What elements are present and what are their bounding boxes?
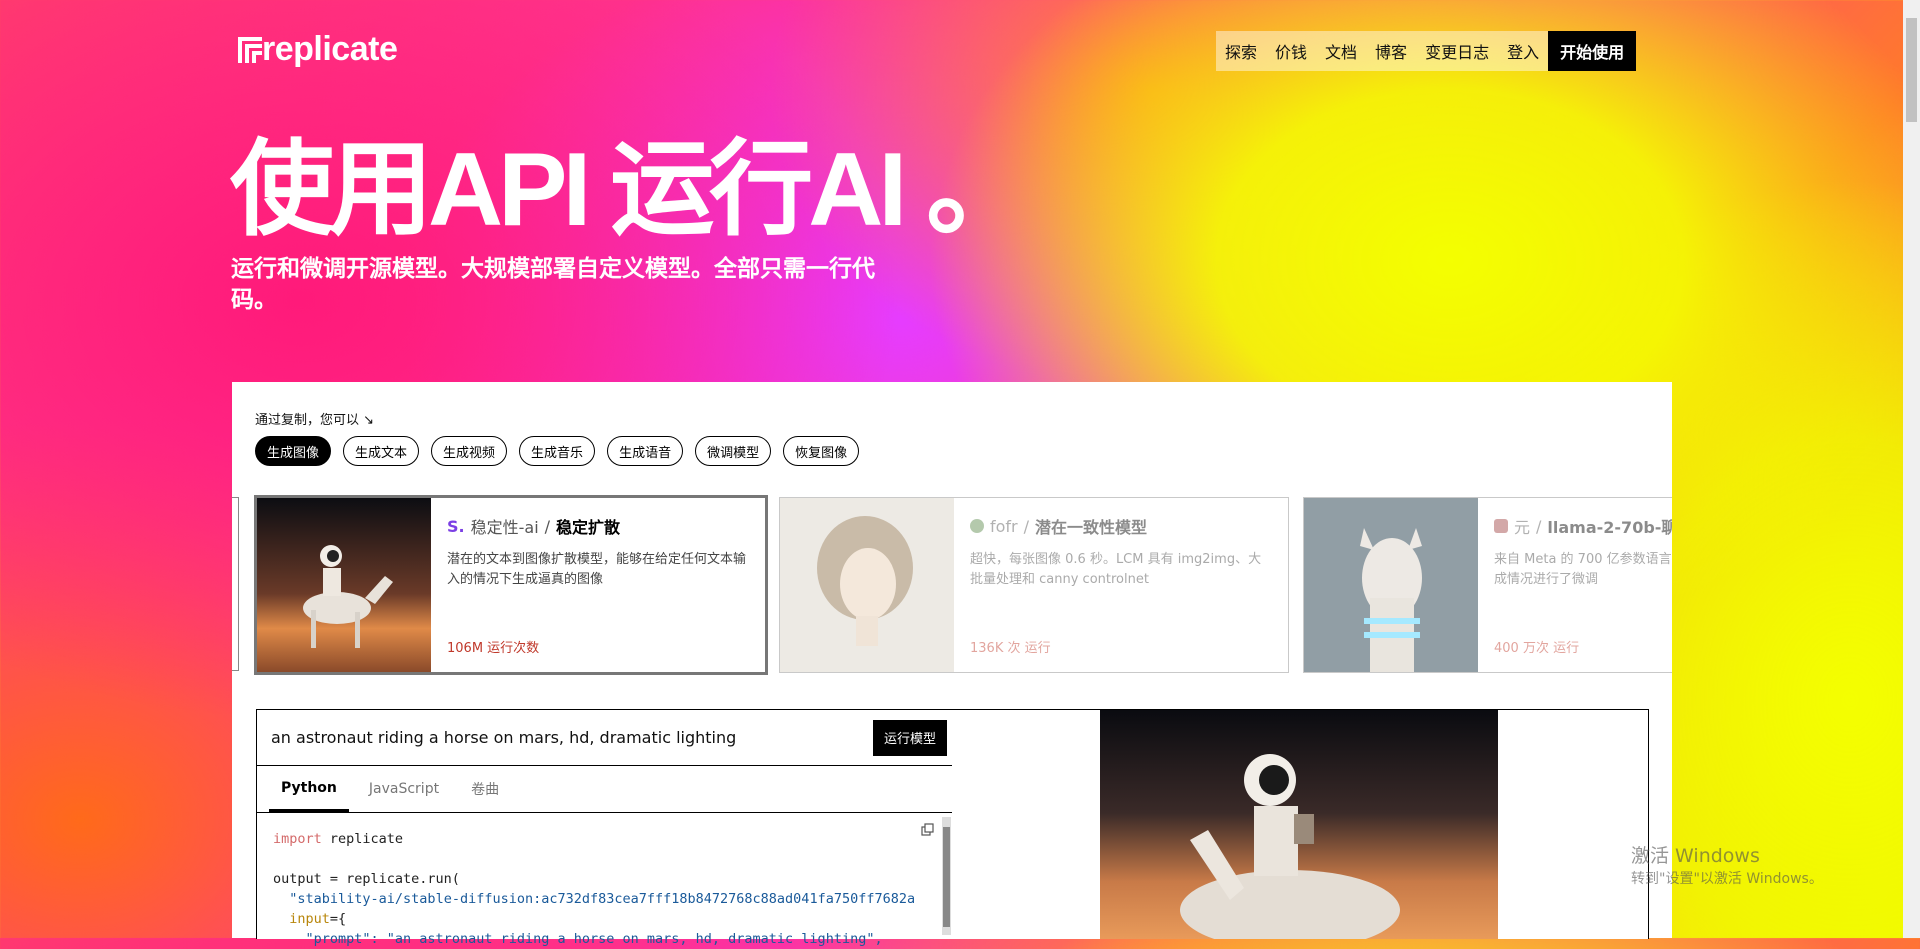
chip-generate-image[interactable]: 生成图像 <box>255 436 332 466</box>
nav-changelog[interactable]: 变更日志 <box>1416 31 1498 71</box>
nav-blog[interactable]: 博客 <box>1366 31 1416 71</box>
model-description: 超快，每张图像 0.6 秒。LCM 具有 img2img、大批量处理和 cann… <box>970 552 1262 587</box>
brand-name: replicate <box>262 30 398 68</box>
owner-separator: / <box>544 516 551 536</box>
tab-javascript[interactable]: JavaScript <box>357 766 451 812</box>
chip-restore-image[interactable]: 恢复图像 <box>783 436 860 466</box>
nav-pricing[interactable]: 价钱 <box>1266 31 1316 71</box>
watermark-subtitle: 转到"设置"以激活 Windows。 <box>1631 871 1823 887</box>
model-card-llama-2[interactable]: 元 / llama-2-70b-聊天 来自 Meta 的 700 亿参数语言模型… <box>1303 497 1672 673</box>
model-owner[interactable]: 稳定性-ai <box>471 514 539 538</box>
page-scrollbar[interactable] <box>1903 0 1920 938</box>
model-description: 潜在的文本到图像扩散模型，能够在给定任何文本输入的情况下生成逼真的图像 <box>447 552 747 587</box>
run-model-button[interactable]: 运行模型 <box>872 719 947 756</box>
chip-generate-speech[interactable]: 生成语音 <box>607 436 684 466</box>
model-owner-badge: S. <box>447 516 465 536</box>
hero-title: 使用API 运行AI 。 <box>230 132 1030 248</box>
windows-activation-watermark: 激活 Windows 转到"设置"以激活 Windows。 <box>1631 841 1823 888</box>
model-owner[interactable]: fofr <box>990 517 1018 536</box>
model-card-latent-consistency[interactable]: fofr / 潜在一致性模型 超快，每张图像 0.6 秒。LCM 具有 img2… <box>779 497 1289 673</box>
model-card-partial[interactable] <box>232 497 239 671</box>
model-name[interactable]: 稳定扩散 <box>556 514 620 538</box>
model-run-count: 136K 次 运行 <box>970 641 1051 656</box>
watermark-title: 激活 Windows <box>1631 845 1760 867</box>
model-carousel: S. 稳定性-ai / 稳定扩散 潜在的文本到图像扩散模型，能够在给定任何文本输… <box>232 495 1672 675</box>
code-keyword-import: import <box>273 831 322 847</box>
top-nav: 探索 价钱 文档 博客 变更日志 登入 开始使用 <box>1216 31 1637 71</box>
code-scrollbar[interactable] <box>942 817 951 935</box>
model-name[interactable]: 潜在一致性模型 <box>1035 514 1147 538</box>
model-thumbnail <box>257 498 431 672</box>
code-text: replicate <box>321 831 404 847</box>
main-panel: 通过复制，您可以 ↘ 生成图像 生成文本 生成视频 生成音乐 生成语音 微调模型… <box>232 382 1672 947</box>
chip-generate-music[interactable]: 生成音乐 <box>519 436 596 466</box>
get-started-button[interactable]: 开始使用 <box>1548 31 1637 71</box>
model-name[interactable]: llama-2-70b-聊天 <box>1547 514 1672 538</box>
nav-explore[interactable]: 探索 <box>1216 31 1266 71</box>
replicate-logo-icon <box>238 36 262 63</box>
model-thumbnail <box>1304 498 1478 672</box>
output-image <box>1100 710 1498 939</box>
owner-separator: / <box>1023 516 1030 536</box>
code-prompt-line: "prompt": "an astronaut riding a horse o… <box>305 931 883 947</box>
model-card-stable-diffusion[interactable]: S. 稳定性-ai / 稳定扩散 潜在的文本到图像扩散模型，能够在给定任何文本输… <box>254 495 768 675</box>
code-snippet: import replicate output = replicate.run(… <box>257 813 953 949</box>
chip-generate-text[interactable]: 生成文本 <box>343 436 420 466</box>
owner-separator: / <box>1536 516 1542 536</box>
chip-generate-video[interactable]: 生成视频 <box>431 436 508 466</box>
code-text: output = replicate.run( <box>273 871 460 887</box>
tab-python[interactable]: Python <box>269 766 349 812</box>
prompt-input[interactable] <box>269 727 873 748</box>
output-preview <box>952 709 1649 939</box>
replicate-logo[interactable]: replicate <box>238 30 398 69</box>
model-owner[interactable]: 元 <box>1514 514 1530 538</box>
globe-icon <box>970 519 984 533</box>
code-model-string: "stability-ai/stable-diffusion:ac732df83… <box>289 891 916 907</box>
hero-subtitle: 运行和微调开源模型。大规模部署自定义模型。全部只需一行代码。 <box>231 256 875 313</box>
chip-fine-tune[interactable]: 微调模型 <box>695 436 772 466</box>
code-param-input: input <box>289 911 330 927</box>
nav-signin[interactable]: 登入 <box>1498 31 1548 71</box>
copy-icon[interactable] <box>921 823 935 837</box>
language-tabs: Python JavaScript 卷曲 <box>257 766 953 813</box>
category-chips: 生成图像 生成文本 生成视频 生成音乐 生成语音 微调模型 恢复图像 <box>255 436 860 466</box>
model-run-count: 106M 运行次数 <box>447 641 540 656</box>
explore-tagline: 通过复制，您可以 ↘ <box>255 413 375 428</box>
meta-avatar-icon <box>1494 519 1508 533</box>
model-description: 来自 Meta 的 700 亿参数语言模型，已针对聊天完成情况进行了微调 <box>1494 552 1672 587</box>
code-editor: 运行模型 Python JavaScript 卷曲 import replica… <box>256 709 954 947</box>
model-thumbnail <box>780 498 954 672</box>
tab-curl[interactable]: 卷曲 <box>459 766 511 812</box>
code-text: ={ <box>329 911 347 927</box>
nav-docs[interactable]: 文档 <box>1316 31 1366 71</box>
model-run-count: 400 万次 运行 <box>1494 641 1580 656</box>
prompt-row: 运行模型 <box>257 710 953 766</box>
